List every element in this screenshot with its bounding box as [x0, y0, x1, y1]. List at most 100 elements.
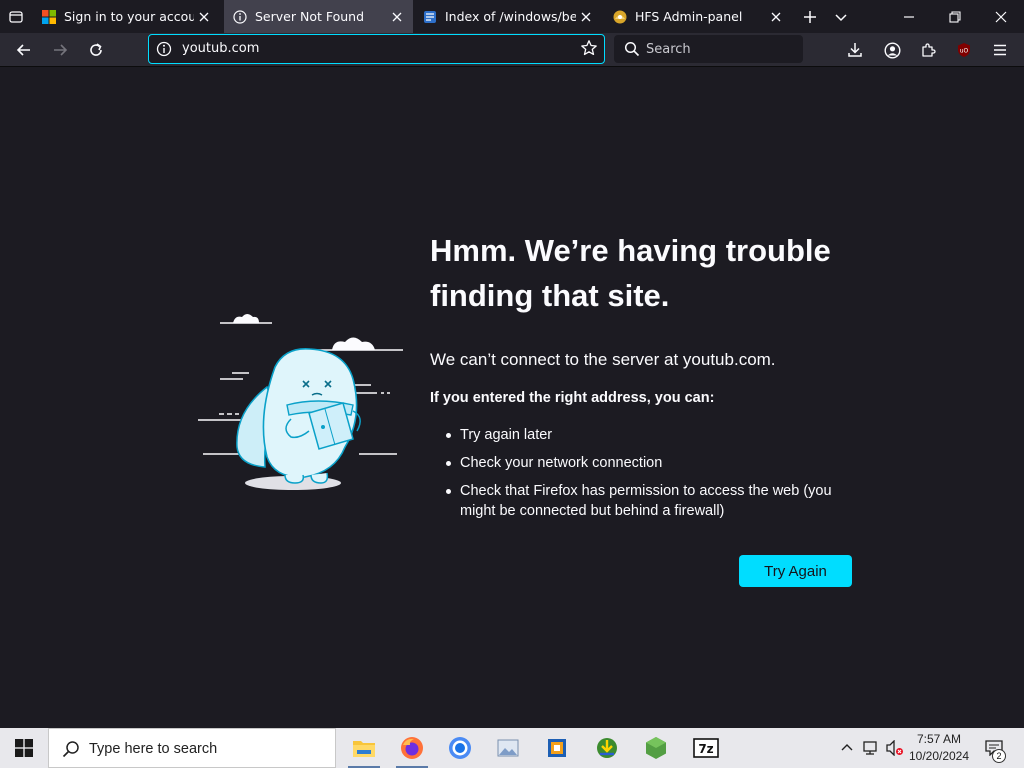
- suggestion-text: Try again later: [460, 427, 553, 443]
- tab-title: Server Not Found: [255, 9, 365, 24]
- try-again-button[interactable]: Try Again: [739, 555, 852, 587]
- notification-count-badge: 2: [992, 749, 1006, 763]
- close-icon: [995, 11, 1007, 22]
- minimize-icon: [904, 15, 914, 18]
- taskbar-node-js[interactable]: [632, 728, 680, 768]
- bookmark-star-icon[interactable]: [580, 39, 598, 57]
- show-hidden-icons-button[interactable]: [836, 728, 858, 768]
- account-icon: [883, 41, 901, 59]
- ublock-shield-icon: uO: [958, 43, 970, 57]
- node-js-icon: [646, 737, 666, 759]
- restore-button[interactable]: [932, 0, 978, 33]
- close-tab-icon[interactable]: [766, 7, 786, 27]
- start-button[interactable]: [0, 728, 48, 768]
- hamburger-menu-icon: [994, 44, 1006, 56]
- navigation-toolbar: youtub.com Search uO: [0, 33, 1024, 66]
- tab-title: Index of /windows/beta/: [445, 9, 576, 24]
- taskbar-file-explorer[interactable]: [340, 728, 388, 768]
- microsoft-logo-icon: [41, 9, 57, 25]
- info-icon: [232, 9, 248, 25]
- svg-text:7z: 7z: [698, 742, 713, 756]
- list-item: Try again later: [444, 425, 854, 445]
- downloads-button[interactable]: [840, 35, 870, 65]
- search-bar[interactable]: Search: [614, 35, 803, 63]
- taskbar-search-placeholder: Type here to search: [89, 741, 218, 757]
- chevron-down-icon: [835, 13, 847, 21]
- firefox-view-icon: [9, 10, 23, 23]
- search-placeholder: Search: [646, 42, 691, 57]
- ublock-origin-button[interactable]: uO: [949, 35, 979, 65]
- clock-time: 7:57 AM: [916, 732, 962, 746]
- windows-logo-icon: [15, 739, 33, 757]
- speaker-muted-icon: [886, 740, 903, 756]
- hfs-logo-icon: [612, 9, 628, 25]
- bullet: [446, 489, 451, 494]
- error-page: Hmm. We’re having trouble finding that s…: [0, 67, 1024, 728]
- reload-icon: [90, 43, 102, 56]
- virtualbox-icon: [548, 739, 566, 757]
- new-tab-button[interactable]: [795, 0, 825, 33]
- error-title: Hmm. We’re having trouble finding that s…: [430, 233, 831, 313]
- firefox-view-button[interactable]: [0, 0, 32, 33]
- volume-button[interactable]: [884, 728, 906, 768]
- network-disconnected-icon: [863, 741, 877, 755]
- arrow-right-icon: [54, 44, 68, 56]
- site-info-icon[interactable]: [156, 41, 172, 57]
- download-manager-icon: [597, 738, 617, 758]
- notification-center-button[interactable]: [980, 728, 1008, 768]
- taskbar-image-viewer[interactable]: [484, 728, 532, 768]
- bullet: [446, 461, 451, 466]
- image-viewer-icon: [497, 739, 519, 757]
- forward-button[interactable]: [45, 35, 75, 65]
- suggestion-text: Check your network connection: [460, 455, 663, 471]
- chevron-up-icon: [841, 744, 853, 751]
- list-item: Check your network connection: [444, 453, 854, 473]
- reload-button[interactable]: [81, 35, 111, 65]
- taskbar-search-box[interactable]: Type here to search: [48, 728, 336, 768]
- lost-monster-illustration: [198, 314, 403, 490]
- close-window-button[interactable]: [978, 0, 1024, 33]
- taskbar-firefox[interactable]: [388, 728, 436, 768]
- restore-icon: [949, 10, 961, 23]
- system-clock[interactable]: 7:57 AM 10/20/2024: [905, 731, 973, 765]
- minimize-button[interactable]: [886, 0, 932, 33]
- taskbar-chrome[interactable]: [436, 728, 484, 768]
- chrome-icon: [449, 737, 471, 759]
- 7zip-icon: 7z: [693, 738, 719, 758]
- back-button[interactable]: [9, 35, 39, 65]
- tab-sign-in[interactable]: Sign in to your account: [33, 0, 220, 33]
- firefox-icon: [401, 737, 423, 759]
- tab-title: HFS Admin-panel: [635, 9, 743, 24]
- close-tab-icon[interactable]: [576, 7, 596, 27]
- address-bar[interactable]: youtub.com: [148, 34, 605, 64]
- bullet: [446, 433, 451, 438]
- document-icon: [422, 9, 438, 25]
- close-tab-icon[interactable]: [194, 7, 214, 27]
- taskbar-7zip[interactable]: 7z: [682, 728, 730, 768]
- list-item: Check that Firefox has permission to acc…: [444, 481, 854, 521]
- url-text[interactable]: youtub.com: [182, 41, 259, 56]
- puzzle-icon: [922, 43, 936, 57]
- clock-date: 10/20/2024: [908, 749, 970, 763]
- arrow-left-icon: [16, 44, 30, 56]
- tab-title: Sign in to your account: [64, 9, 194, 24]
- close-tab-icon[interactable]: [387, 7, 407, 27]
- menu-button[interactable]: [985, 35, 1015, 65]
- taskbar-download-manager[interactable]: [583, 728, 631, 768]
- tab-hfs-admin[interactable]: HFS Admin-panel: [604, 0, 792, 33]
- taskbar: Type here to search 7z 7:57 AM 10/20/202…: [0, 728, 1024, 768]
- tab-server-not-found[interactable]: Server Not Found: [224, 0, 413, 33]
- extensions-button[interactable]: [913, 35, 943, 65]
- suggestion-text: Check that Firefox has permission to acc…: [460, 483, 832, 519]
- error-description: We can’t connect to the server at youtub…: [430, 350, 776, 369]
- search-icon: [62, 741, 79, 758]
- account-button[interactable]: [877, 35, 907, 65]
- svg-text:uO: uO: [960, 48, 969, 55]
- plus-icon: [804, 10, 816, 23]
- suggestions-list: Try again later Check your network conne…: [444, 425, 854, 529]
- network-status-button[interactable]: [860, 728, 882, 768]
- tab-index-windows[interactable]: Index of /windows/beta/: [414, 0, 602, 33]
- list-all-tabs-button[interactable]: [826, 0, 856, 33]
- download-icon: [848, 43, 862, 57]
- taskbar-virtualbox[interactable]: [533, 728, 581, 768]
